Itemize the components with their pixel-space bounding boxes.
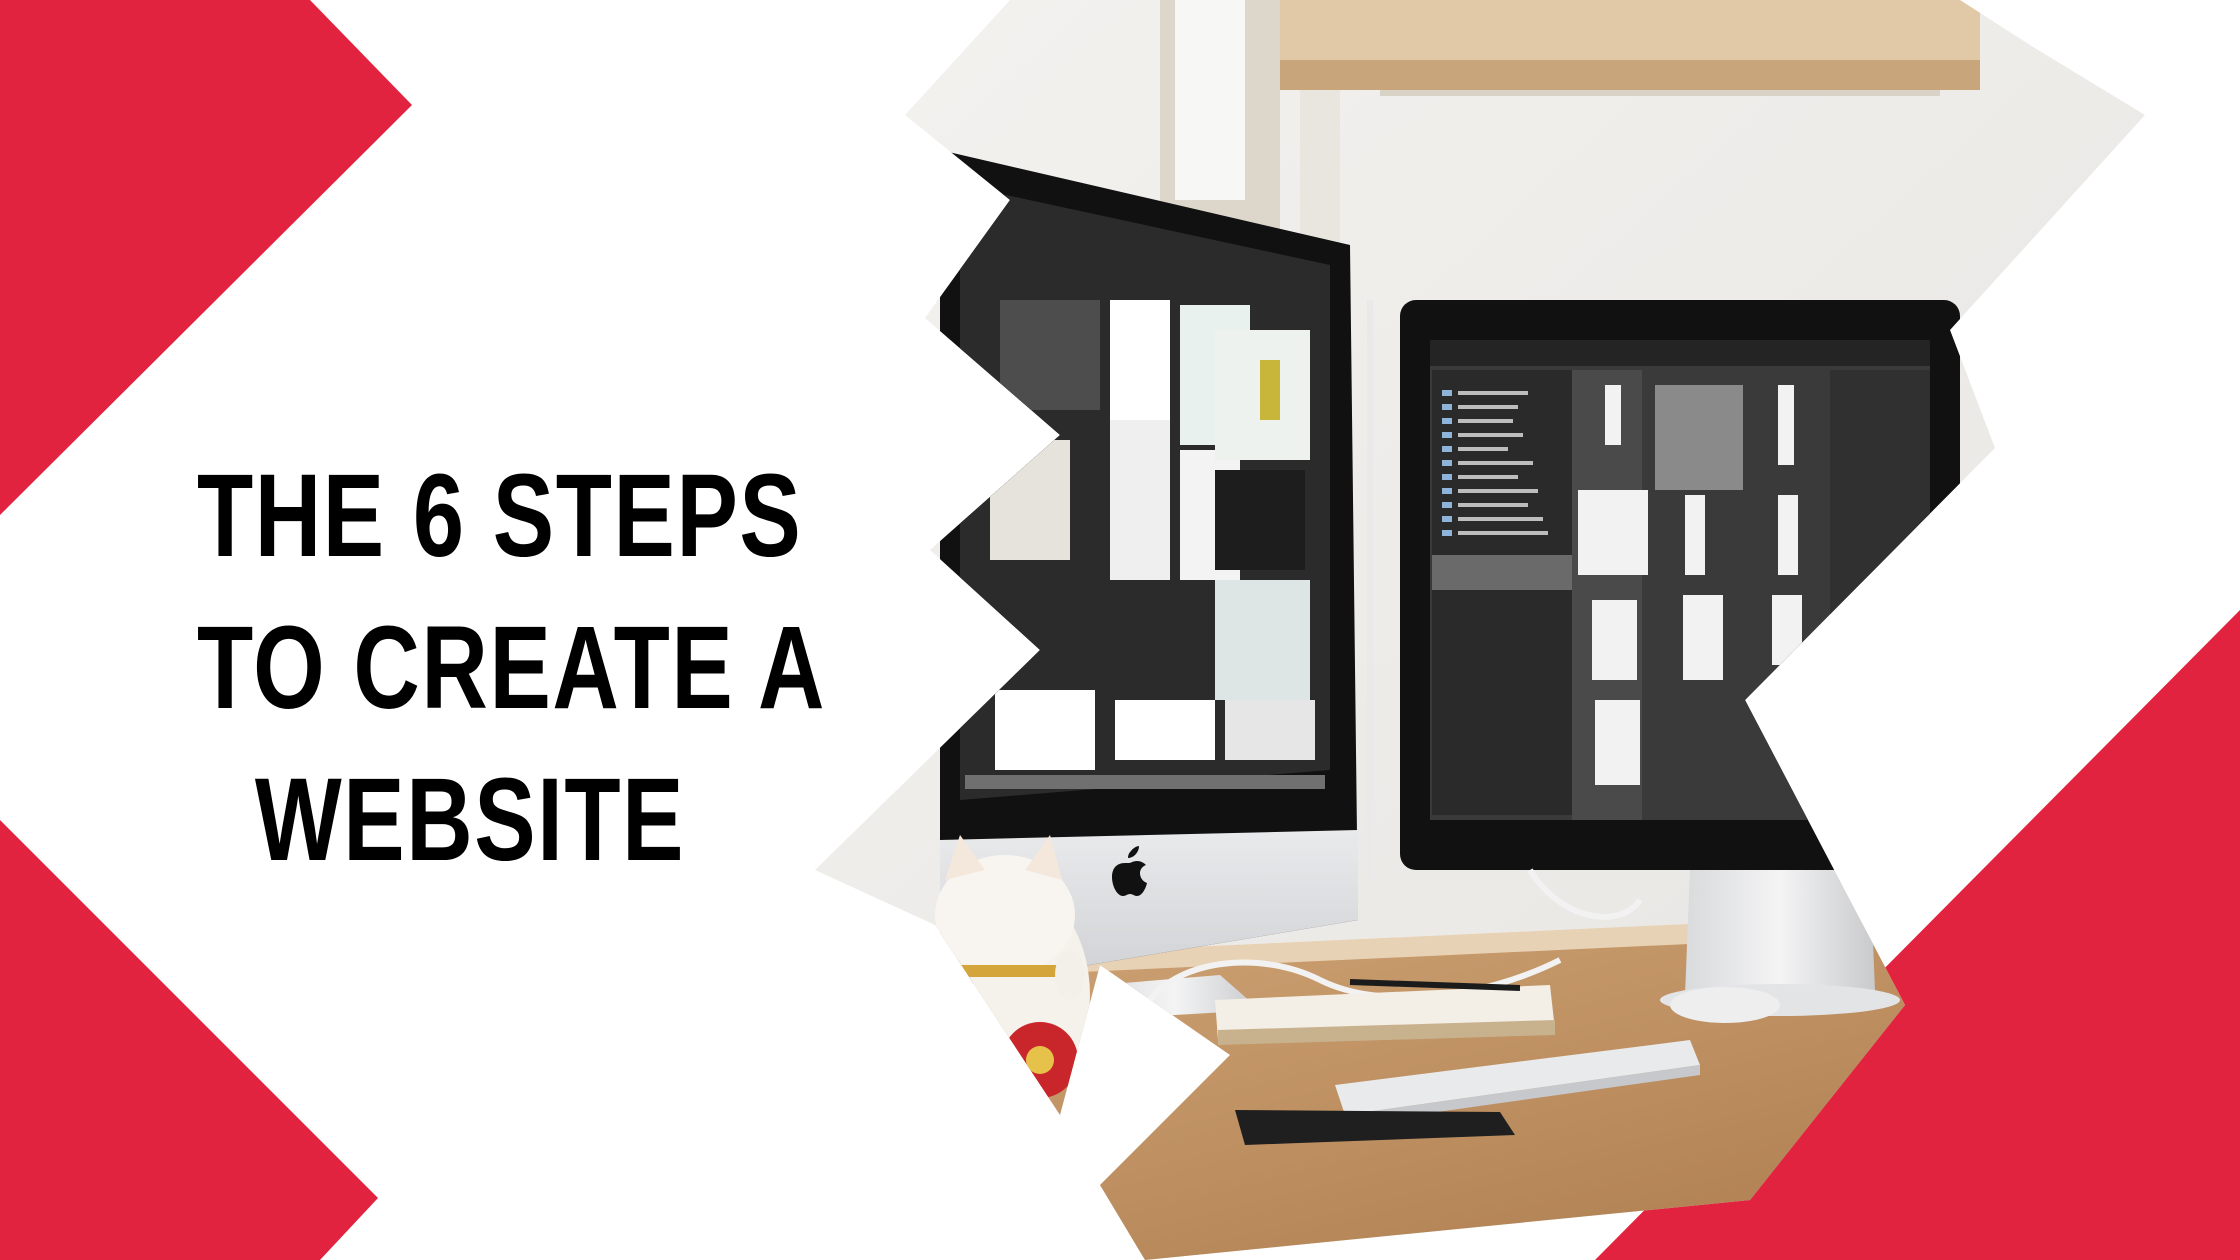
thumbnail-canvas: THE 6 STEPS TO CREATE A WEBSITE	[0, 0, 2240, 1260]
headline-line-2: TO CREATE A	[197, 602, 827, 734]
red-shape-top-left	[0, 0, 412, 515]
headline-line-1: THE 6 STEPS	[197, 450, 803, 582]
apple-logo-icon	[1836, 829, 1856, 848]
page-title: THE 6 STEPS TO CREATE A WEBSITE	[197, 440, 827, 896]
headline-line-3: WEBSITE	[254, 754, 686, 886]
